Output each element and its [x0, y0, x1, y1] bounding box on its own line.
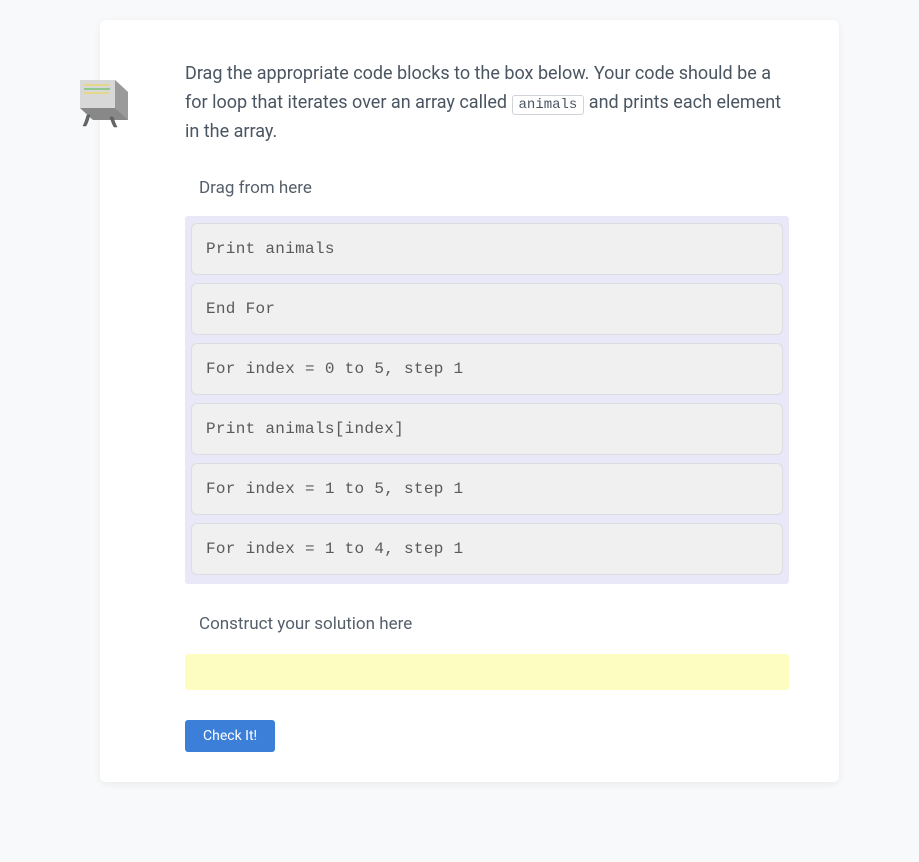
code-block[interactable]: For index = 1 to 5, step 1: [191, 463, 783, 515]
code-block[interactable]: End For: [191, 283, 783, 335]
source-label: Drag from here: [199, 178, 789, 198]
instructions-text: Drag the appropriate code blocks to the …: [185, 60, 789, 146]
exercise-card: Drag the appropriate code blocks to the …: [100, 20, 839, 782]
code-block[interactable]: Print animals: [191, 223, 783, 275]
book-icon: [60, 60, 135, 135]
code-block[interactable]: For index = 0 to 5, step 1: [191, 343, 783, 395]
instructions-code: animals: [512, 95, 585, 115]
solution-drop-area[interactable]: [185, 654, 789, 690]
solution-label: Construct your solution here: [199, 614, 789, 634]
source-drop-area[interactable]: Print animals End For For index = 0 to 5…: [185, 216, 789, 584]
check-button[interactable]: Check It!: [185, 720, 275, 752]
code-block[interactable]: Print animals[index]: [191, 403, 783, 455]
code-block[interactable]: For index = 1 to 4, step 1: [191, 523, 783, 575]
